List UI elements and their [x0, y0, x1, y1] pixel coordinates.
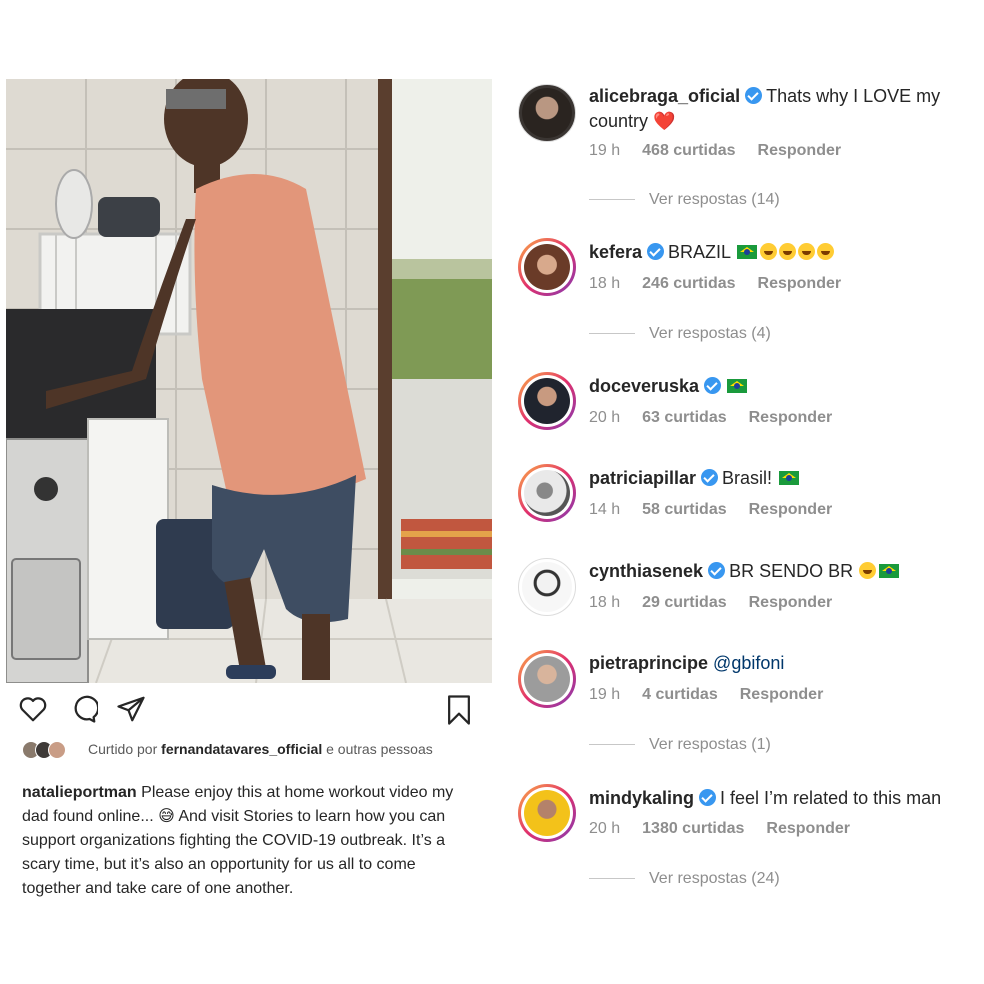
reply-button[interactable]: Responder [758, 142, 842, 159]
comment-username[interactable]: cynthiasenek [589, 561, 703, 581]
comment-text: patriciapillar Brasil! [589, 466, 801, 491]
verified-badge-icon [701, 469, 719, 486]
verified-badge-icon [699, 789, 717, 806]
comment-likes[interactable]: 29 curtidas [642, 594, 726, 611]
comment-likes[interactable]: 4 curtidas [642, 686, 718, 703]
comment-meta: 18 h 246 curtidas Responder [589, 275, 863, 293]
reply-button[interactable]: Responder [758, 275, 842, 292]
verified-badge-icon [745, 87, 763, 104]
comment-likes[interactable]: 63 curtidas [642, 409, 726, 426]
laughing-emoji-icon [779, 243, 797, 260]
comment-meta: 20 h 1380 curtidas Responder [589, 820, 872, 838]
comment-meta: 14 h 58 curtidas Responder [589, 501, 854, 519]
reply-button[interactable]: Responder [766, 820, 850, 837]
comment-username[interactable]: pietraprincipe [589, 653, 708, 673]
comment-likes[interactable]: 468 curtidas [642, 142, 735, 159]
view-replies-link[interactable]: Ver respostas (14) [589, 191, 780, 209]
laughing-emoji-icon [859, 562, 877, 579]
view-replies-link[interactable]: Ver respostas (1) [589, 736, 771, 754]
liked-prefix: Curtido por [88, 741, 158, 757]
comment-username[interactable]: alicebraga_oficial [589, 86, 740, 106]
comment-text: kefera BRAZIL [589, 240, 835, 265]
avatar[interactable] [518, 238, 576, 296]
flag-laugh-emojis [735, 242, 835, 262]
brazil-flag-icon [737, 245, 758, 259]
avatar[interactable] [518, 372, 576, 430]
comment-icon[interactable] [68, 694, 100, 729]
avatar[interactable] [518, 650, 576, 708]
laughing-emoji-icon [760, 243, 778, 260]
brazil-flag-icon [727, 379, 748, 393]
mention-link[interactable]: @gbifoni [713, 653, 784, 673]
comment-text: alicebraga_oficial Thats why I LOVE my co… [589, 84, 984, 134]
reply-button[interactable]: Responder [749, 594, 833, 611]
paper-plane-icon[interactable] [116, 694, 146, 729]
avatar[interactable] [518, 558, 576, 616]
comment-likes[interactable]: 246 curtidas [642, 275, 735, 292]
view-replies-link[interactable]: Ver respostas (4) [589, 325, 771, 343]
verified-badge-icon [704, 377, 722, 394]
caption-username[interactable]: natalieportman [22, 784, 137, 801]
comment-meta: 19 h 4 curtidas Responder [589, 686, 845, 704]
comment-text: pietraprincipe @gbifoni [589, 651, 784, 676]
comment-meta: 19 h 468 curtidas Responder [589, 142, 863, 160]
brazil-flag-icon [779, 471, 800, 485]
brazil-flag-icon [879, 564, 900, 578]
comment-username[interactable]: doceveruska [589, 376, 699, 396]
comment-time: 19 h [589, 142, 621, 159]
reply-button[interactable]: Responder [749, 501, 833, 518]
comment-body: I feel I’m related to this man [720, 788, 942, 808]
comment-text: mindykaling I feel I’m related to this ma… [589, 786, 941, 811]
avatar[interactable] [518, 784, 576, 842]
video-frame-illustration [6, 79, 492, 683]
liked-suffix: e outras pessoas [326, 741, 433, 757]
comment-time: 20 h [589, 409, 621, 426]
comment-likes[interactable]: 1380 curtidas [642, 820, 744, 837]
liked-user-link[interactable]: fernandatavares_official [161, 741, 322, 757]
verified-badge-icon [708, 562, 726, 579]
comment-time: 18 h [589, 594, 621, 611]
verified-badge-icon [647, 243, 665, 260]
comment-body: BRAZIL [668, 242, 731, 262]
liked-by: Curtido por fernandatavares_official e o… [22, 739, 462, 760]
comment-username[interactable]: patriciapillar [589, 468, 696, 488]
comment-time: 14 h [589, 501, 621, 518]
view-replies-link[interactable]: Ver respostas (24) [589, 870, 780, 888]
avatar [48, 741, 66, 759]
comment-time: 20 h [589, 820, 621, 837]
heart-emoji: ❤️ [653, 111, 676, 131]
comment-time: 18 h [589, 275, 621, 292]
bookmark-icon[interactable] [444, 694, 474, 731]
comment-likes[interactable]: 58 curtidas [642, 501, 726, 518]
avatar[interactable] [518, 84, 576, 142]
comments-panel: alicebraga_oficial Thats why I LOVE my co… [512, 0, 984, 984]
post-action-bar [18, 694, 488, 728]
liked-avatars [22, 741, 80, 759]
laughing-emoji-icon [798, 243, 816, 260]
post-video[interactable] [6, 79, 492, 683]
avatar[interactable] [518, 464, 576, 522]
reply-button[interactable]: Responder [749, 409, 833, 426]
comment-username[interactable]: mindykaling [589, 788, 694, 808]
post-caption: natalieportman Please enjoy this at home… [22, 781, 477, 901]
comment-time: 19 h [589, 686, 621, 703]
comment-meta: 18 h 29 curtidas Responder [589, 594, 854, 612]
comment-meta: 20 h 63 curtidas Responder [589, 409, 854, 427]
reply-button[interactable]: Responder [740, 686, 824, 703]
comment-text: cynthiasenek BR SENDO BR [589, 559, 901, 584]
heart-outline-icon[interactable] [18, 694, 48, 729]
comment-body: Brasil! [722, 468, 773, 488]
comment-body: BR SENDO BR [729, 561, 854, 581]
laughing-emoji-icon [817, 243, 835, 260]
comment-text: doceveruska [589, 374, 749, 399]
comment-username[interactable]: kefera [589, 242, 642, 262]
